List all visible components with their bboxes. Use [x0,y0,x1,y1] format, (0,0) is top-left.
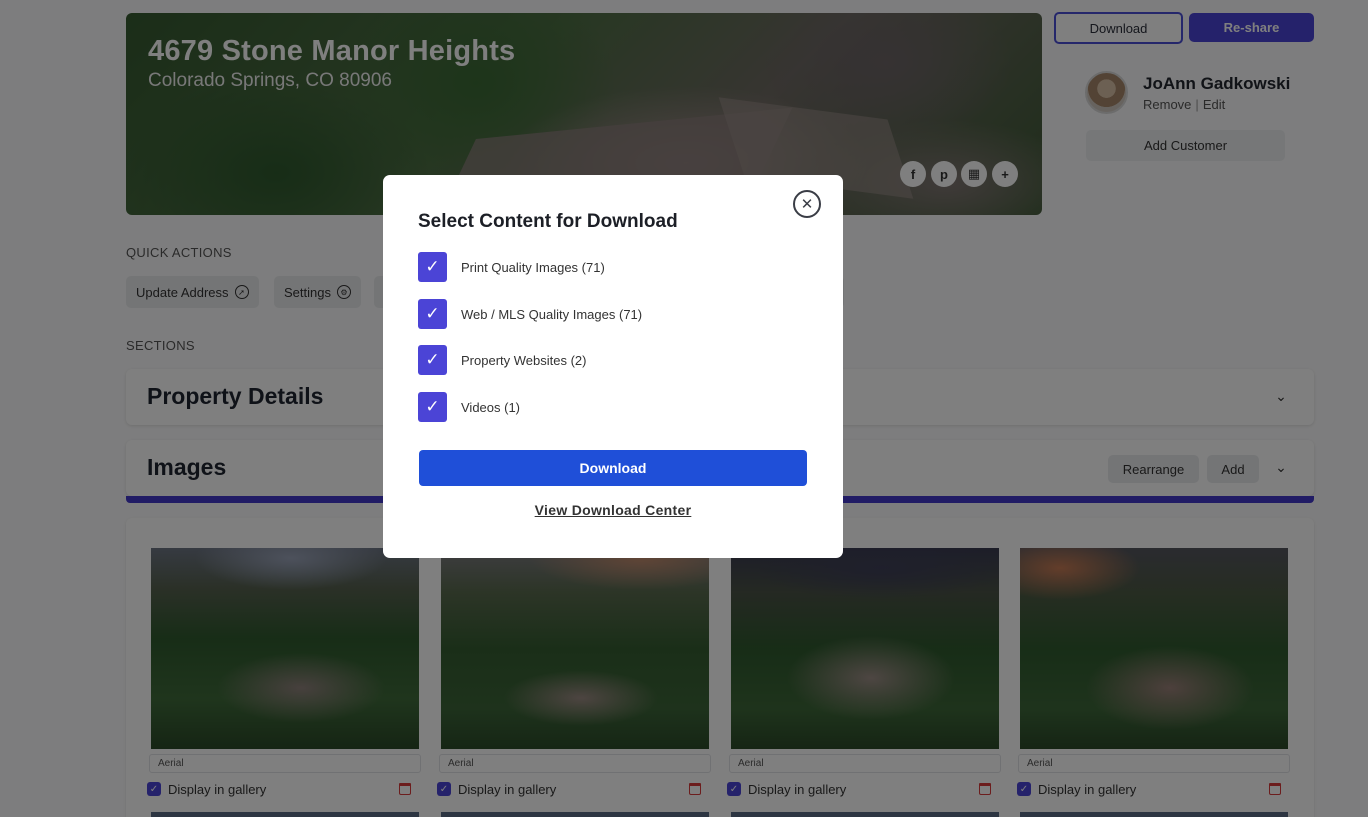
checkbox-checked-icon[interactable]: ✓ [418,392,447,422]
option-print-quality-images[interactable]: ✓ Print Quality Images (71) [418,252,605,282]
option-label: Property Websites (2) [461,352,587,368]
modal-title: Select Content for Download [418,211,678,232]
checkbox-checked-icon[interactable]: ✓ [418,299,447,329]
download-content-modal: ✕ Select Content for Download ✓ Print Qu… [383,175,843,558]
option-videos[interactable]: ✓ Videos (1) [418,392,520,422]
option-label: Web / MLS Quality Images (71) [461,306,643,322]
modal-download-button[interactable]: Download [419,450,807,486]
option-web-mls-images[interactable]: ✓ Web / MLS Quality Images (71) [418,299,642,329]
view-download-center-link[interactable]: View Download Center [383,502,843,518]
checkbox-checked-icon[interactable]: ✓ [418,345,447,375]
option-label: Videos (1) [461,399,521,415]
close-icon[interactable]: ✕ [793,190,821,218]
option-property-websites[interactable]: ✓ Property Websites (2) [418,345,586,375]
checkbox-checked-icon[interactable]: ✓ [418,252,447,282]
option-label: Print Quality Images (71) [461,259,605,275]
